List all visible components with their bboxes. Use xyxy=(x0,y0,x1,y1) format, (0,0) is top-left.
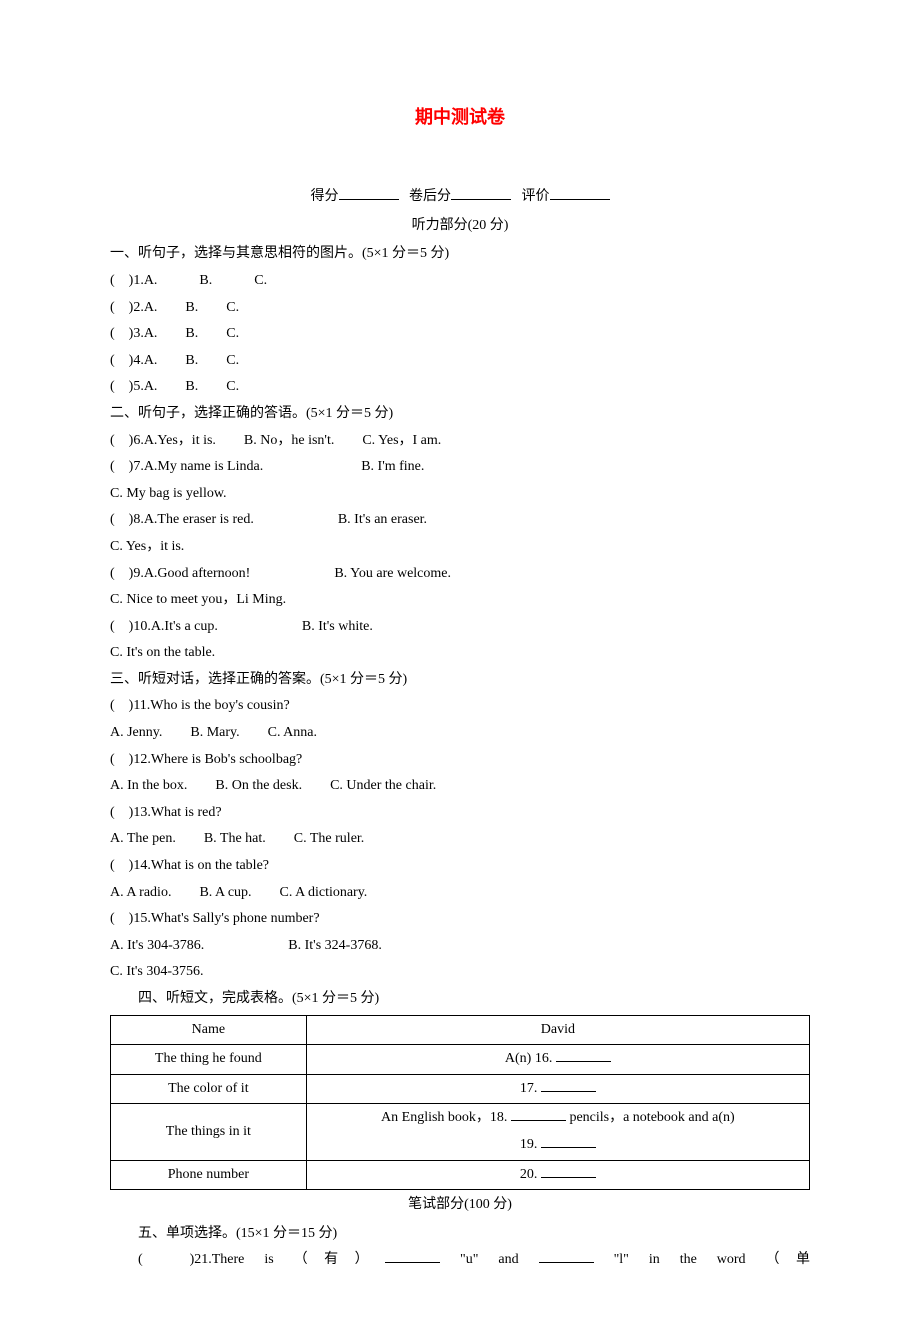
q21: ( )21.There is （有） "u" and "l" in the wo… xyxy=(110,1247,810,1274)
q4: ( )4.A. B. C. xyxy=(110,348,810,375)
q17-blank[interactable] xyxy=(541,1077,596,1092)
q9: ( )9.A.Good afternoon! B. You are welcom… xyxy=(110,561,810,588)
rescore-blank[interactable] xyxy=(451,185,511,200)
table-row: Phone number 20. xyxy=(111,1160,810,1190)
section-4-title: 四、听短文，完成表格。(5×1 分＝5 分) xyxy=(110,986,810,1013)
q7: ( )7.A.My name is Linda. B. I'm fine. xyxy=(110,454,810,481)
q2: ( )2.A. B. C. xyxy=(110,295,810,322)
q15: ( )15.What's Sally's phone number? xyxy=(110,906,810,933)
cell-phone-value: 20. xyxy=(306,1160,809,1190)
score-blank[interactable] xyxy=(339,185,399,200)
q18-blank[interactable] xyxy=(511,1106,566,1121)
q16-blank[interactable] xyxy=(556,1047,611,1062)
q6: ( )6.A.Yes，it is. B. No，he isn't. C. Yes… xyxy=(110,428,810,455)
q21-part-c: "l" in the word （单 xyxy=(594,1252,810,1267)
cell-things-value: An English book，18. pencils，a notebook a… xyxy=(306,1104,809,1160)
eval-label: 评价 xyxy=(522,189,550,204)
cell-found-label: The thing he found xyxy=(111,1045,307,1075)
q14: ( )14.What is on the table? xyxy=(110,853,810,880)
q21-part-b: "u" and xyxy=(440,1252,539,1267)
q10: ( )10.A.It's a cup. B. It's white. xyxy=(110,614,810,641)
q20-prefix: 20. xyxy=(520,1167,541,1182)
q18-prefix: An English book，18. xyxy=(381,1110,511,1125)
q10-c: C. It's on the table. xyxy=(110,640,810,667)
table-row: The things in it An English book，18. pen… xyxy=(111,1104,810,1160)
q18-suffix: pencils，a notebook and a(n) xyxy=(566,1110,735,1125)
q13-opts: A. The pen. B. The hat. C. The ruler. xyxy=(110,826,810,853)
cell-found-value: A(n) 16. xyxy=(306,1045,809,1075)
page-title: 期中测试卷 xyxy=(110,100,810,134)
section-5-title: 五、单项选择。(15×1 分＝15 分) xyxy=(110,1221,810,1248)
written-header: 笔试部分(100 分) xyxy=(110,1192,810,1219)
table-row: The color of it 17. xyxy=(111,1074,810,1104)
q20-blank[interactable] xyxy=(541,1163,596,1178)
q8: ( )8.A.The eraser is red. B. It's an era… xyxy=(110,507,810,534)
cell-things-label: The things in it xyxy=(111,1104,307,1160)
rescore-label: 卷后分 xyxy=(409,189,451,204)
q3: ( )3.A. B. C. xyxy=(110,321,810,348)
q21-blank-2[interactable] xyxy=(539,1248,594,1263)
q9-c: C. Nice to meet you，Li Ming. xyxy=(110,587,810,614)
listening-header: 听力部分(20 分) xyxy=(110,213,810,240)
q1: ( )1.A. B. C. xyxy=(110,268,810,295)
cell-color-label: The color of it xyxy=(111,1074,307,1104)
score-line: 得分 卷后分 评价 xyxy=(110,184,810,211)
cell-color-value: 17. xyxy=(306,1074,809,1104)
listening-table: Name David The thing he found A(n) 16. T… xyxy=(110,1015,810,1191)
section-2-title: 二、听句子，选择正确的答语。(5×1 分＝5 分) xyxy=(110,401,810,428)
section-3-title: 三、听短对话，选择正确的答案。(5×1 分＝5 分) xyxy=(110,667,810,694)
q11-opts: A. Jenny. B. Mary. C. Anna. xyxy=(110,720,810,747)
q14-opts: A. A radio. B. A cup. C. A dictionary. xyxy=(110,880,810,907)
q17-prefix: 17. xyxy=(520,1081,541,1096)
q19-prefix: 19. xyxy=(520,1137,541,1152)
q21-part-a: ( )21.There is （有） xyxy=(138,1252,385,1267)
q15-c: C. It's 304-3756. xyxy=(110,959,810,986)
q7-c: C. My bag is yellow. xyxy=(110,481,810,508)
score-label: 得分 xyxy=(311,189,339,204)
q12: ( )12.Where is Bob's schoolbag? xyxy=(110,747,810,774)
table-row: The thing he found A(n) 16. xyxy=(111,1045,810,1075)
q19-blank[interactable] xyxy=(541,1133,596,1148)
q13: ( )13.What is red? xyxy=(110,800,810,827)
q16-prefix: A(n) 16. xyxy=(505,1051,556,1066)
q11: ( )11.Who is the boy's cousin? xyxy=(110,693,810,720)
section-1-title: 一、听句子，选择与其意思相符的图片。(5×1 分＝5 分) xyxy=(110,241,810,268)
q5: ( )5.A. B. C. xyxy=(110,374,810,401)
q8-c: C. Yes，it is. xyxy=(110,534,810,561)
q21-blank-1[interactable] xyxy=(385,1248,440,1263)
cell-name-value: David xyxy=(306,1015,809,1045)
table-row: Name David xyxy=(111,1015,810,1045)
cell-name-label: Name xyxy=(111,1015,307,1045)
cell-phone-label: Phone number xyxy=(111,1160,307,1190)
eval-blank[interactable] xyxy=(550,185,610,200)
q12-opts: A. In the box. B. On the desk. C. Under … xyxy=(110,773,810,800)
q15-opts: A. It's 304-3786. B. It's 324-3768. xyxy=(110,933,810,960)
